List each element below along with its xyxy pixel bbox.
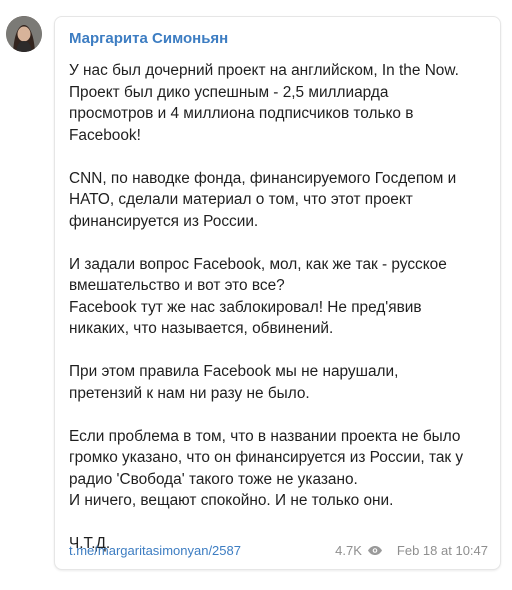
message-paragraph: При этом правила Facebook мы не нарушали… <box>69 363 399 402</box>
eye-icon <box>367 545 382 555</box>
telegram-post-view: Маргарита Симоньян У нас был дочерний пр… <box>0 0 512 590</box>
message-paragraph: У нас был дочерний проект на английском,… <box>69 62 459 144</box>
message-paragraph: И задали вопрос Facebook, мол, как же та… <box>69 255 447 338</box>
view-count: 4.7K <box>335 542 362 558</box>
message-bubble: Маргарита Симоньян У нас был дочерний пр… <box>54 16 501 570</box>
post-date: Feb 18 at 10:47 <box>396 542 488 558</box>
message-paragraph: CNN, по наводке фонда, финансируемого Го… <box>69 169 457 230</box>
avatar-portrait-icon <box>6 16 42 52</box>
message-footer: t.me/margaritasimonyan/2587 4.7K Feb 18 … <box>69 541 488 559</box>
author-name[interactable]: Маргарита Симоньян <box>69 30 228 47</box>
post-link[interactable]: t.me/margaritasimonyan/2587 <box>69 543 241 558</box>
message-text: У нас был дочерний проект на английском,… <box>69 60 494 555</box>
message-paragraph: Если проблема в том, что в названии прое… <box>69 427 464 510</box>
message-meta: 4.7K Feb 18 at 10:47 <box>335 543 488 558</box>
avatar[interactable] <box>6 16 42 52</box>
